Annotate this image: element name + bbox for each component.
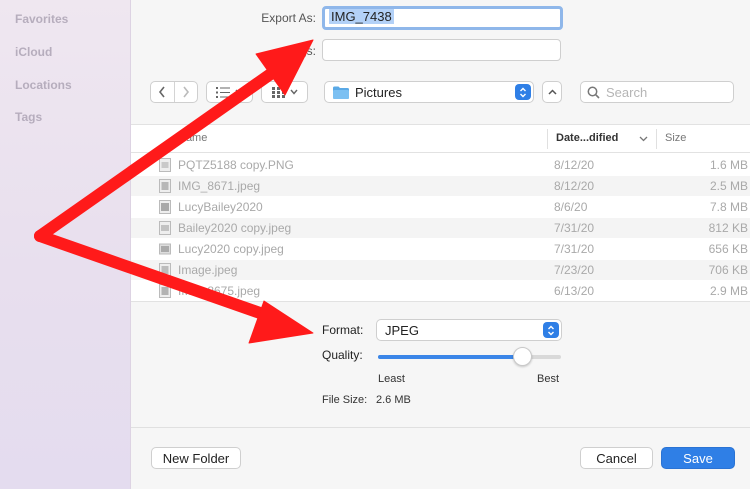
image-file-icon xyxy=(159,200,171,214)
grid-view-button[interactable] xyxy=(261,81,308,103)
chevron-up-icon xyxy=(547,89,557,95)
quality-best-label: Best xyxy=(537,373,560,385)
search-icon xyxy=(587,86,600,99)
folder-icon xyxy=(333,86,349,99)
sidebar-item-icloud[interactable]: iCloud xyxy=(15,45,52,59)
file-date: 8/6/20 xyxy=(554,200,588,214)
table-row[interactable]: IMG_8675.jpeg 6/13/20 2.9 MB xyxy=(131,281,750,301)
column-separator xyxy=(656,129,657,149)
column-name[interactable]: Name xyxy=(178,132,207,144)
new-folder-button[interactable]: New Folder xyxy=(151,447,241,469)
file-date: 7/31/20 xyxy=(554,221,595,235)
table-row[interactable]: Image.jpeg 7/23/20 706 KB xyxy=(131,260,750,280)
jpeg-file-icon xyxy=(159,243,171,255)
up-down-arrows-icon xyxy=(548,325,554,335)
chevron-down-icon xyxy=(235,89,243,95)
export-filename-value: IMG_7438 xyxy=(329,9,394,24)
up-down-arrows-icon xyxy=(520,87,526,97)
chevron-right-icon xyxy=(183,86,189,98)
jpeg-file-icon xyxy=(159,263,171,277)
file-name: Image.jpeg xyxy=(178,263,238,277)
file-size: 2.5 MB xyxy=(709,179,748,193)
file-name: IMG_8671.jpeg xyxy=(178,179,261,193)
file-date: 8/12/20 xyxy=(554,179,595,193)
format-popup[interactable]: JPEG xyxy=(376,319,562,341)
search-input[interactable] xyxy=(606,84,726,100)
table-row[interactable]: LucyBailey2020 8/6/20 7.8 MB xyxy=(131,197,750,217)
export-filename-field[interactable]: IMG_7438 xyxy=(322,6,563,30)
sidebar-item-favorites[interactable]: Favorites xyxy=(15,12,68,26)
quality-slider-thumb[interactable] xyxy=(513,347,533,366)
cancel-button[interactable]: Cancel xyxy=(580,447,653,469)
tags-field[interactable] xyxy=(322,39,561,61)
jpeg-file-icon xyxy=(159,221,171,235)
sidebar: Favorites iCloud Locations Tags xyxy=(0,0,131,489)
file-name: IMG_8675.jpeg xyxy=(178,284,261,298)
format-value: JPEG xyxy=(385,322,419,338)
forward-button[interactable] xyxy=(175,86,198,98)
file-size: 706 KB xyxy=(708,263,748,277)
table-row[interactable]: Bailey2020 copy.jpeg 7/31/20 812 KB xyxy=(131,218,750,238)
list-view-button[interactable] xyxy=(206,81,253,103)
export-as-label: Export As: xyxy=(261,11,316,25)
file-table: Name Date...dified Size PQTZ5188 copy.PN… xyxy=(131,124,750,302)
file-size: 2.9 MB xyxy=(709,284,748,298)
table-row[interactable]: Lucy2020 copy.jpeg 7/31/20 656 KB xyxy=(131,239,750,259)
quality-slider-track[interactable] xyxy=(378,355,561,359)
quality-label: Quality: xyxy=(322,348,363,362)
format-label: Format: xyxy=(322,323,364,337)
column-size[interactable]: Size xyxy=(665,132,686,144)
column-date-modified[interactable]: Date...dified xyxy=(556,132,618,144)
save-button[interactable]: Save xyxy=(661,447,735,469)
quality-slider-fill xyxy=(378,355,523,359)
expand-collapse-button[interactable] xyxy=(542,81,562,103)
tags-label: Tags: xyxy=(287,44,316,58)
file-date: 8/12/20 xyxy=(554,158,595,172)
table-row[interactable]: PQTZ5188 copy.PNG 8/12/20 1.6 MB xyxy=(131,155,750,175)
format-stepper xyxy=(543,322,559,338)
sidebar-item-tags[interactable]: Tags xyxy=(15,110,42,124)
back-button[interactable] xyxy=(151,86,174,98)
file-size: 7.8 MB xyxy=(709,200,748,214)
file-name: LucyBailey2020 xyxy=(178,200,263,214)
file-size: 812 KB xyxy=(708,221,748,235)
file-date: 6/13/20 xyxy=(554,284,595,298)
grid-view-icon xyxy=(271,86,285,98)
jpeg-file-icon xyxy=(159,179,171,193)
chevron-left-icon xyxy=(159,86,165,98)
location-name: Pictures xyxy=(355,84,402,100)
file-date: 7/31/20 xyxy=(554,242,595,256)
file-name: PQTZ5188 copy.PNG xyxy=(178,158,294,172)
chevron-down-icon xyxy=(289,89,298,95)
nav-back-forward xyxy=(150,81,198,103)
file-size: 656 KB xyxy=(708,242,748,256)
file-size: 1.6 MB xyxy=(709,158,748,172)
sidebar-item-locations[interactable]: Locations xyxy=(15,78,72,92)
jpeg-file-icon xyxy=(159,284,171,298)
file-size-label: File Size: xyxy=(322,394,368,406)
list-view-icon xyxy=(216,86,230,98)
column-separator xyxy=(547,129,548,149)
file-size-value: 2.6 MB xyxy=(376,394,411,406)
table-header: Name Date...dified Size xyxy=(131,125,750,153)
table-row[interactable]: IMG_8671.jpeg 8/12/20 2.5 MB xyxy=(131,176,750,196)
quality-least-label: Least xyxy=(378,373,405,385)
footer-divider xyxy=(131,427,750,428)
file-name: Lucy2020 copy.jpeg xyxy=(178,242,284,256)
location-popup[interactable]: Pictures xyxy=(324,81,534,103)
file-name: Bailey2020 copy.jpeg xyxy=(178,221,292,235)
png-file-icon xyxy=(159,158,171,172)
search-field[interactable] xyxy=(580,81,734,103)
location-stepper xyxy=(515,84,531,100)
file-date: 7/23/20 xyxy=(554,263,595,277)
sort-descending-icon xyxy=(639,136,648,142)
